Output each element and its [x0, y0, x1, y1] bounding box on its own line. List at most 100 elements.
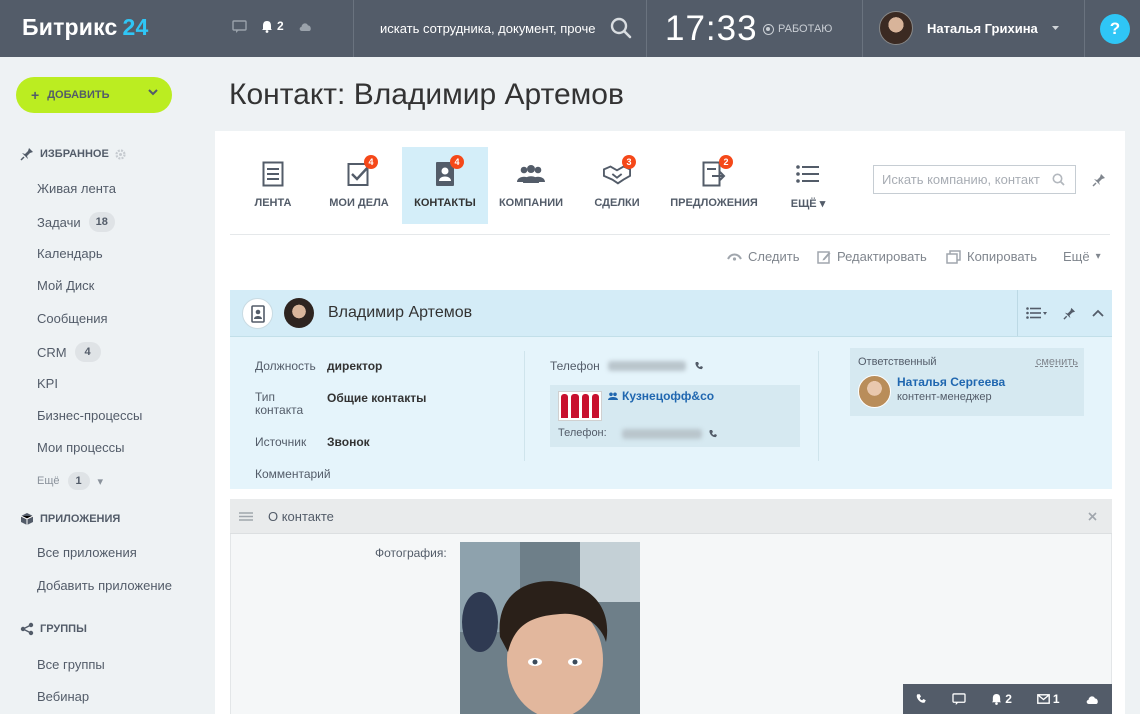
sidebar-item-label: Мои процессы	[37, 440, 125, 455]
tab-label: МОИ ДЕЛА	[329, 197, 389, 209]
cloud-icon	[1086, 695, 1098, 704]
company-phone-value[interactable]	[622, 429, 718, 439]
copy-button[interactable]: Копировать	[946, 249, 1037, 264]
tab-more[interactable]: ЕЩЁ ▾	[768, 147, 848, 224]
type-label: Тип контакта	[255, 390, 304, 417]
contact-name: Владимир Артемов	[328, 304, 473, 321]
edit-button[interactable]: Редактировать	[817, 249, 927, 264]
bottom-messages-button[interactable]: 1	[1037, 692, 1060, 706]
sidebar-item-webinar[interactable]: Вебинар	[37, 689, 89, 704]
position-label: Должность	[255, 359, 316, 373]
tab-feed[interactable]: ЛЕНТА	[230, 147, 316, 224]
apps-title[interactable]: ПРИЛОЖЕНИЯ	[20, 512, 120, 526]
sidebar-item-disk[interactable]: Мой Диск	[37, 278, 94, 293]
edit-label: Редактировать	[837, 249, 927, 264]
favorites-title-text: ИЗБРАННОЕ	[40, 148, 109, 160]
bottom-notifications-count: 2	[1005, 692, 1012, 706]
sidebar-item-crm[interactable]: CRM 4	[37, 342, 101, 362]
left-sidebar: + ДОБАВИТЬ ИЗБРАННОЕ Живая лента Задачи 1…	[0, 57, 215, 714]
add-button[interactable]: + ДОБАВИТЬ	[16, 77, 172, 113]
sidebar-item-add-app[interactable]: Добавить приложение	[37, 578, 172, 593]
sidebar-item-label: Календарь	[37, 246, 103, 261]
phone-number-blurred	[608, 361, 686, 371]
notifications-count: 2	[277, 19, 284, 33]
position-value: директор	[327, 359, 383, 373]
sidebar-item-label: Живая лента	[37, 181, 116, 196]
logo[interactable]: Битрикс 24	[22, 14, 149, 41]
clock[interactable]: 17:33	[665, 9, 758, 49]
tab-my-activities[interactable]: 4 МОИ ДЕЛА	[316, 147, 402, 224]
pin-icon[interactable]	[1063, 307, 1076, 320]
tab-label: ЕЩЁ	[790, 198, 817, 210]
responsible-label: Ответственный	[858, 356, 937, 368]
responsible-name[interactable]: Наталья Сергеева	[897, 375, 1005, 389]
phone-value[interactable]	[608, 361, 704, 371]
drag-handle-icon[interactable]	[239, 512, 253, 521]
sidebar-item-tasks[interactable]: Задачи 18	[37, 212, 115, 232]
sidebar-item-label: Задачи	[37, 214, 81, 230]
user-menu[interactable]: Наталья Грихина	[879, 11, 1059, 45]
tab-quotes[interactable]: 2 ПРЕДЛОЖЕНИЯ	[660, 147, 768, 224]
contact-photo[interactable]	[460, 542, 640, 714]
notifications-button[interactable]: 2	[261, 19, 284, 33]
work-status[interactable]: РАБОТАЮ	[763, 23, 832, 35]
pin-icon	[20, 148, 33, 161]
bell-icon	[992, 693, 1002, 705]
bottom-notifications-button[interactable]: 2	[991, 692, 1012, 706]
search-icon[interactable]	[1052, 173, 1065, 186]
change-responsible-link[interactable]: сменить	[1036, 356, 1078, 368]
follow-button[interactable]: Следить	[727, 249, 800, 264]
company-link[interactable]: Кузнецофф&co	[608, 389, 714, 403]
sidebar-item-all-apps[interactable]: Все приложения	[37, 545, 137, 560]
caret-down-icon	[1051, 25, 1059, 30]
header-separator	[1084, 0, 1085, 57]
copy-label: Копировать	[967, 249, 1037, 264]
tab-label: ПРЕДЛОЖЕНИЯ	[670, 197, 758, 209]
chevron-up-icon[interactable]	[1092, 309, 1104, 317]
logo-number: 24	[122, 14, 149, 40]
tab-deals[interactable]: 3 СДЕЛКИ	[574, 147, 660, 224]
pin-icon[interactable]	[1092, 173, 1106, 187]
tab-companies[interactable]: КОМПАНИИ	[488, 147, 574, 224]
sidebar-item-my-processes[interactable]: Мои процессы	[37, 440, 124, 455]
sidebar-item-messages[interactable]: Сообщения	[37, 311, 108, 326]
more-actions-button[interactable]: Ещё ▾	[1063, 249, 1101, 264]
cloud-button[interactable]	[1085, 694, 1100, 705]
search-icon[interactable]	[610, 17, 632, 39]
page-title: Контакт: Владимир Артемов	[229, 78, 624, 111]
help-button[interactable]: ?	[1100, 14, 1130, 44]
phone-button[interactable]	[915, 693, 927, 705]
sidebar-item-label: Бизнес-процессы	[37, 408, 143, 423]
chat-icon[interactable]	[232, 19, 247, 33]
sidebar-item-all-groups[interactable]: Все группы	[37, 657, 105, 672]
cloud-icon[interactable]	[298, 21, 313, 32]
source-label: Источник	[255, 435, 307, 449]
sidebar-item-bizproc[interactable]: Бизнес-процессы	[37, 408, 142, 423]
user-name: Наталья Грихина	[927, 20, 1038, 36]
header-separator	[646, 0, 647, 57]
sidebar-item-feed[interactable]: Живая лента	[37, 181, 116, 196]
plus-icon: +	[31, 87, 40, 103]
gear-icon[interactable]	[115, 148, 126, 160]
favorites-title[interactable]: ИЗБРАННОЕ	[20, 147, 126, 161]
close-icon[interactable]	[1088, 512, 1097, 521]
sidebar-item-kpi[interactable]: KPI	[37, 376, 58, 391]
crm-search-input[interactable]: Искать компанию, контакт	[873, 165, 1076, 194]
phone-icon[interactable]	[708, 429, 718, 439]
tab-contacts[interactable]: 4 КОНТАКТЫ	[402, 147, 488, 224]
apps-title-text: ПРИЛОЖЕНИЯ	[40, 513, 121, 525]
envelope-icon	[1037, 694, 1050, 704]
sidebar-more[interactable]: Ещё 1 ▾	[37, 472, 103, 490]
document-arrow-icon: 2	[700, 155, 733, 187]
more-actions-label: Ещё	[1063, 249, 1090, 264]
checklist-icon: 4	[345, 155, 378, 187]
global-search-input[interactable]: искать сотрудника, документ, проче	[354, 0, 644, 57]
settings-list-icon[interactable]	[1026, 307, 1048, 319]
phone-icon[interactable]	[694, 361, 704, 371]
handshake-icon: 3	[603, 155, 636, 187]
chat-button[interactable]	[952, 693, 967, 705]
phone-label: Телефон	[550, 359, 600, 373]
sidebar-item-calendar[interactable]: Календарь	[37, 246, 103, 261]
groups-title[interactable]: ГРУППЫ	[20, 622, 87, 636]
groups-title-text: ГРУППЫ	[40, 623, 87, 635]
